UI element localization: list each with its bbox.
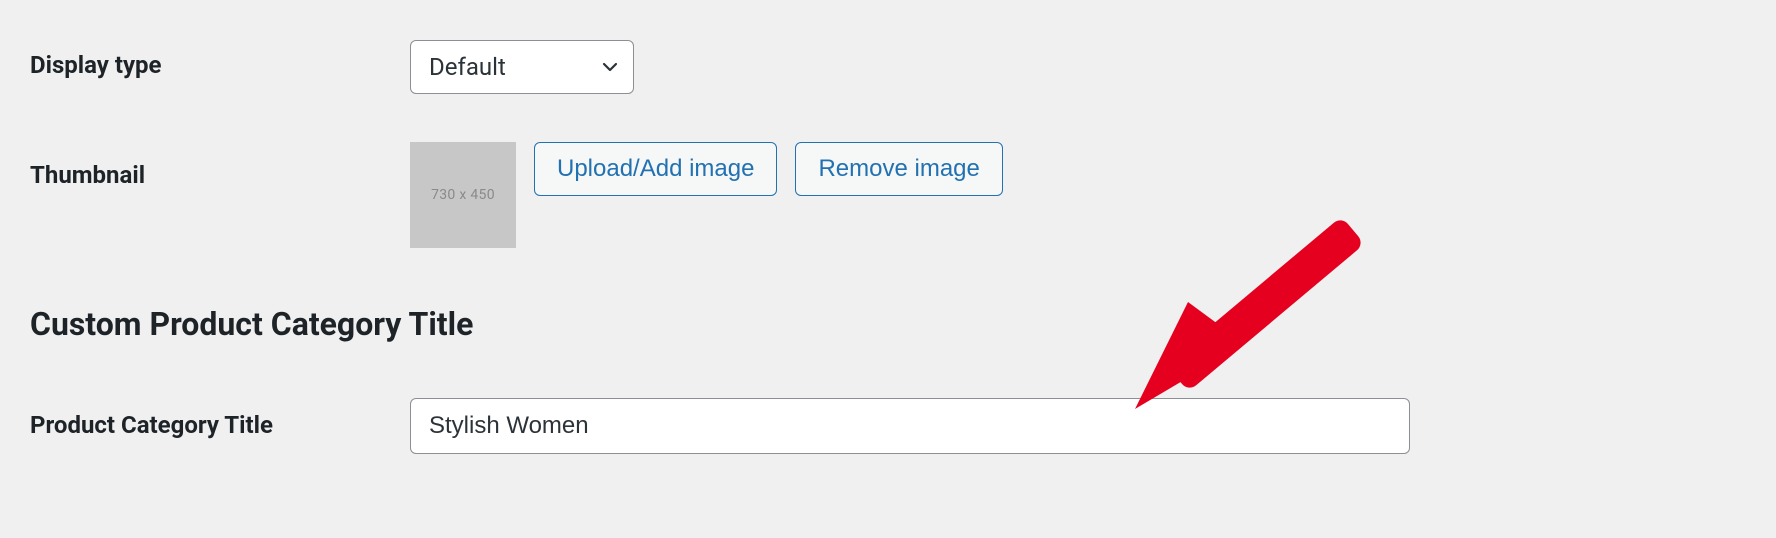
display-type-row: Display type Default <box>30 40 1746 94</box>
remove-image-button[interactable]: Remove image <box>795 142 1002 196</box>
upload-image-button[interactable]: Upload/Add image <box>534 142 777 196</box>
product-category-title-label: Product Category Title <box>30 398 410 441</box>
product-category-title-input[interactable] <box>410 398 1410 454</box>
display-type-select-value: Default <box>410 40 634 94</box>
display-type-select[interactable]: Default <box>410 40 634 94</box>
product-category-title-row: Product Category Title <box>30 398 1746 454</box>
display-type-control: Default <box>410 40 1746 94</box>
thumbnail-label: Thumbnail <box>30 142 410 191</box>
thumbnail-placeholder-text: 730 x 450 <box>431 187 495 203</box>
thumbnail-row: Thumbnail 730 x 450 Upload/Add image Rem… <box>30 142 1746 248</box>
thumbnail-control: 730 x 450 Upload/Add image Remove image <box>410 142 1746 248</box>
display-type-label: Display type <box>30 40 410 81</box>
custom-product-category-title-heading: Custom Product Category Title <box>30 305 473 343</box>
thumbnail-placeholder[interactable]: 730 x 450 <box>410 142 516 248</box>
product-category-title-control <box>410 398 1746 454</box>
